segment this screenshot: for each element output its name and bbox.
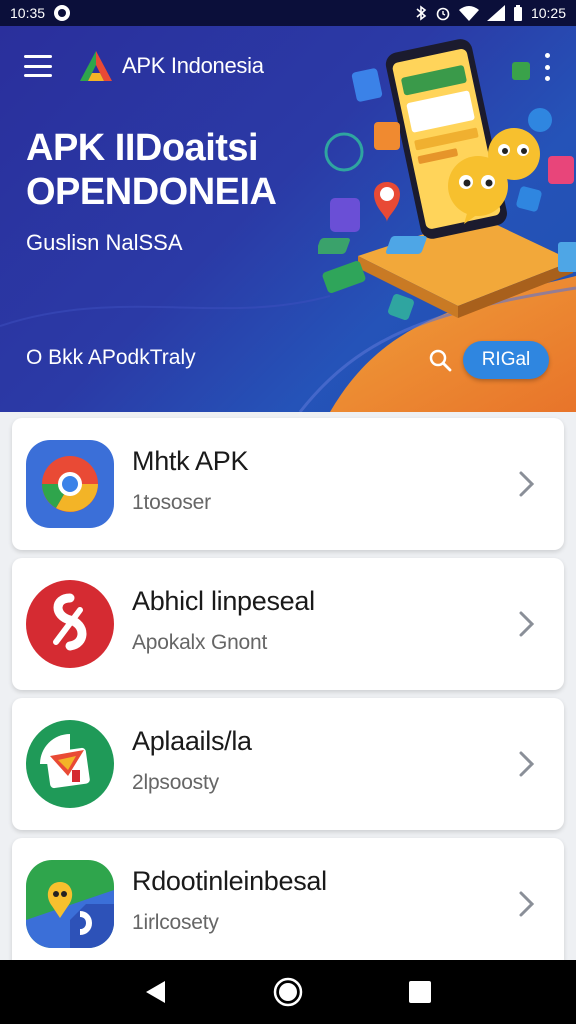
- brand-logo-icon: [80, 51, 112, 81]
- app-name: Abhicl linpeseal: [132, 586, 315, 616]
- search-icon[interactable]: [428, 348, 452, 372]
- recents-icon[interactable]: [400, 972, 440, 1012]
- chevron-right-icon: [519, 471, 535, 497]
- app-name: Mhtk APK: [132, 446, 249, 476]
- status-time-left: 10:35: [10, 5, 46, 21]
- hero-footer-text: O Bkk APodkTraly: [26, 346, 196, 369]
- hero-illustration: [318, 39, 576, 320]
- chevron-right-icon: [519, 751, 535, 777]
- app-subtitle: 1irlcosety: [132, 911, 219, 934]
- app-subtitle: 2lpsoosty: [132, 771, 219, 794]
- notification-icon: [54, 5, 71, 21]
- system-nav-bar: [0, 960, 576, 1024]
- list-item[interactable]: Aplaails/la 2lpsoosty: [12, 698, 564, 830]
- wifi-icon: [458, 6, 479, 21]
- app-subtitle: 1tososer: [132, 491, 211, 514]
- hero-cta-button[interactable]: RIGal: [463, 341, 549, 379]
- hero-title-line1: APK IIDoaitsi: [26, 127, 259, 169]
- chevron-right-icon: [519, 891, 535, 917]
- hero-title: APK IIDoaitsi OPENDONEIA: [26, 126, 277, 214]
- app-subtitle: Apokalx Gnont: [132, 631, 268, 654]
- hero-subtitle: Guslisn NalSSA: [26, 230, 183, 255]
- chrome-style-app-icon: [26, 440, 114, 528]
- green-app-icon: [26, 720, 114, 808]
- home-icon[interactable]: [268, 972, 308, 1012]
- alarm-icon: [436, 7, 450, 21]
- red-app-icon: [26, 580, 114, 668]
- back-icon[interactable]: [136, 972, 176, 1012]
- brand: APK Indonesia: [78, 49, 264, 83]
- bluetooth-icon: [416, 5, 427, 21]
- list-item[interactable]: Mhtk APK 1tososer: [12, 418, 564, 550]
- app-text: Mhtk APK 1tososer: [132, 446, 248, 515]
- app-list: Mhtk APK 1tososer Abhicl linpeseal Apoka…: [0, 412, 576, 960]
- battery-icon: [513, 5, 522, 21]
- app-name: Rdootinleinbesal: [132, 866, 327, 896]
- list-item[interactable]: Rdootinleinbesal 1irlcosety: [12, 838, 564, 960]
- status-bar: 10:35 10:25: [0, 0, 576, 26]
- brand-name: APK Indonesia: [122, 53, 264, 78]
- app-text: Aplaails/la 2lpsoosty: [132, 726, 252, 795]
- chevron-right-icon: [519, 611, 535, 637]
- hamburger-menu-icon[interactable]: [24, 55, 52, 77]
- hero-banner: APK Indonesia APK IIDoaitsi OPENDONEIA G…: [0, 26, 576, 412]
- app-name: Aplaails/la: [132, 726, 252, 756]
- signal-icon: [486, 5, 505, 21]
- app-text: Rdootinleinbesal 1irlcosety: [132, 866, 327, 935]
- maps-style-app-icon: [26, 860, 114, 948]
- list-item[interactable]: Abhicl linpeseal Apokalx Gnont: [12, 558, 564, 690]
- hero-title-line2: OPENDONEIA: [26, 171, 277, 213]
- app-text: Abhicl linpeseal Apokalx Gnont: [132, 586, 315, 655]
- status-time-right: 10:25: [530, 5, 566, 21]
